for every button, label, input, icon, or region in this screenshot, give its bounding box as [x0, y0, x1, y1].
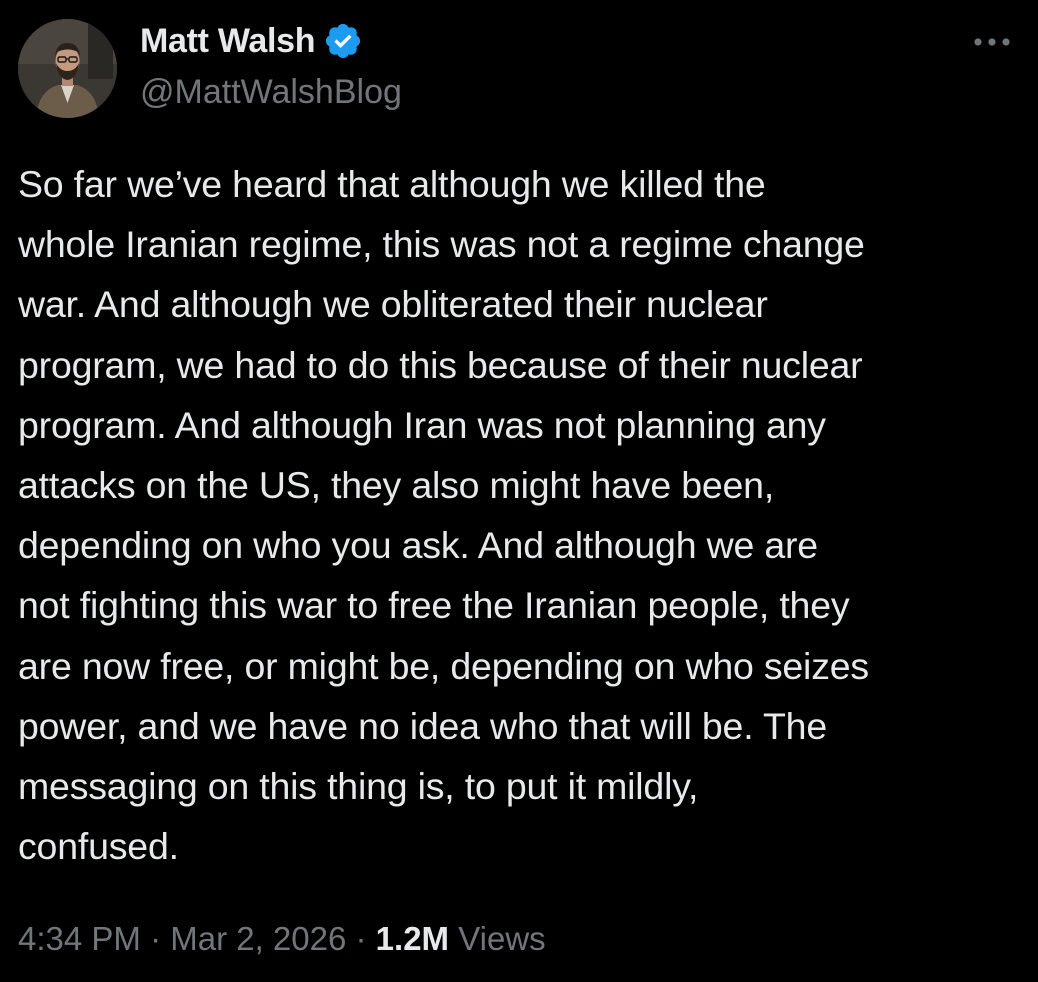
tweet-text-line: whole Iranian regime, this was not a reg…	[18, 223, 865, 266]
author-handle[interactable]: @MattWalshBlog	[140, 71, 402, 113]
tweet-text-line: not fighting this war to free the Irania…	[18, 584, 850, 627]
tweet-text-line: messaging on this thing is, to put it mi…	[18, 765, 699, 808]
tweet-text-line: program. And although Iran was not plann…	[18, 403, 826, 446]
tweet-text-line: depending on who you ask. And although w…	[18, 524, 818, 567]
tweet-text-line: program, we had to do this because of th…	[18, 343, 863, 386]
tweet-text-line: are now free, or might be, depending on …	[18, 644, 869, 687]
tweet-time[interactable]: 4:34 PM	[18, 920, 141, 957]
more-options-icon[interactable]	[970, 30, 1014, 54]
tweet-meta: 4:34 PM · Mar 2, 2026 · 1.2M Views	[18, 917, 546, 961]
author-display-name[interactable]: Matt Walsh	[140, 20, 315, 62]
meta-separator: ·	[346, 920, 376, 957]
avatar[interactable]	[18, 19, 117, 118]
tweet-text-line: So far we’ve heard that although we kill…	[18, 163, 766, 205]
verified-badge-icon	[326, 23, 361, 59]
tweet-text-line: attacks on the US, they also might have …	[18, 464, 775, 507]
avatar-image	[18, 19, 117, 118]
tweet: Matt Walsh @MattWalshBlog So far we’ve h…	[0, 0, 1038, 982]
tweet-text-line: confused.	[18, 825, 179, 868]
author-name[interactable]: Matt Walsh	[140, 20, 363, 62]
tweet-date[interactable]: Mar 2, 2026	[170, 920, 346, 957]
views-count[interactable]: 1.2M	[376, 920, 449, 957]
tweet-text-line: war. And although we obliterated their n…	[18, 283, 768, 326]
meta-separator: ·	[140, 920, 171, 957]
tweet-text: So far we’ve heard that although we kill…	[18, 154, 1020, 876]
views-label[interactable]: Views	[458, 920, 545, 957]
tweet-text-line: power, and we have no idea who that will…	[18, 704, 827, 747]
